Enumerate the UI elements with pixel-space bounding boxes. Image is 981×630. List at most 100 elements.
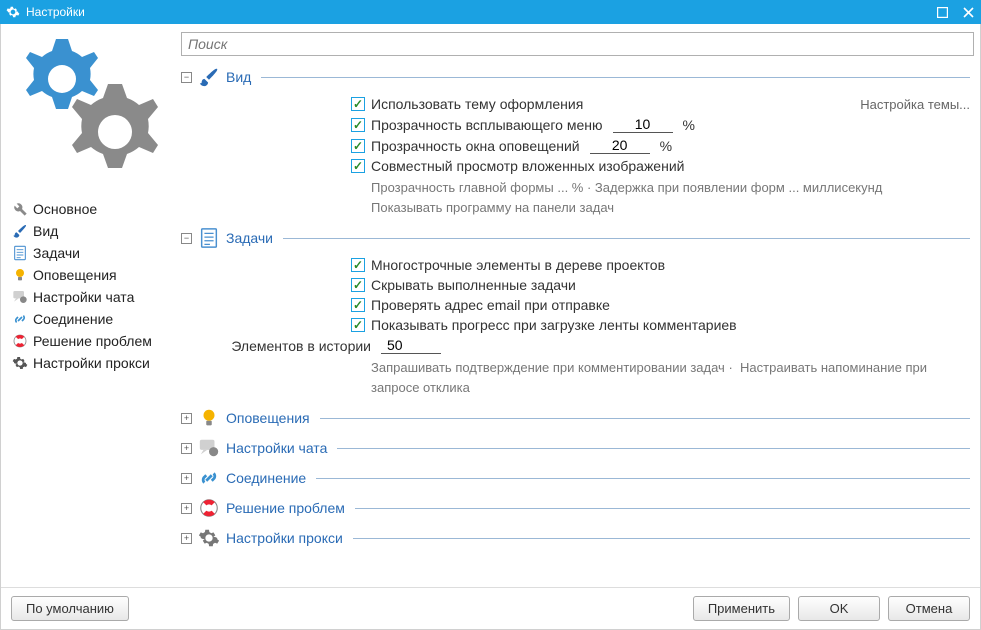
divider [283,238,970,239]
document-icon [198,227,220,249]
maximize-button[interactable] [935,5,949,19]
label-use-theme: Использовать тему оформления [371,96,583,112]
divider [261,77,970,78]
expand-icon[interactable]: + [181,443,192,454]
sidebar-item-troubleshoot[interactable]: Решение проблем [11,330,173,352]
window-titlebar: Настройки [0,0,981,24]
ok-button[interactable]: OK [798,596,880,621]
sidebar-item-label: Задачи [33,245,80,261]
bulb-icon [11,266,29,284]
section-header-notifications[interactable]: + Оповещения [181,407,970,429]
brush-icon [198,66,220,88]
divider [353,538,970,539]
sidebar-item-proxy[interactable]: Настройки прокси [11,352,173,374]
label-hide-done: Скрывать выполненные задачи [371,277,576,293]
section-header-chat[interactable]: + Настройки чата [181,437,970,459]
section-troubleshoot: + Решение проблем [181,497,970,519]
divider [355,508,970,509]
settings-scrollpane[interactable]: − Вид Использовать тему оформления [181,62,974,587]
brush-icon [11,222,29,240]
section-tasks: − Задачи Многострочные элементы в дереве… [181,227,970,401]
label-shared-view: Совместный просмотр вложенных изображени… [371,158,684,174]
bottom-bar: По умолчанию Применить OK Отмена [1,587,980,629]
checkbox-use-theme[interactable] [351,97,365,111]
section-title: Соединение [226,470,306,486]
sidebar-item-label: Оповещения [33,267,117,283]
collapse-icon[interactable]: − [181,72,192,83]
link-icon [11,310,29,328]
expand-icon[interactable]: + [181,413,192,424]
expand-icon[interactable]: + [181,533,192,544]
cancel-button[interactable]: Отмена [888,596,970,621]
section-proxy: + Настройки прокси [181,527,970,549]
link-icon [198,467,220,489]
section-header-proxy[interactable]: + Настройки прокси [181,527,970,549]
section-notifications: + Оповещения [181,407,970,429]
sidebar-item-tasks[interactable]: Задачи [11,242,173,264]
wrench-icon [11,200,29,218]
checkbox-hide-done[interactable] [351,278,365,292]
view-note: Прозрачность главной формы ... % · Задер… [371,178,970,217]
section-header-view[interactable]: − Вид [181,66,970,88]
section-header-troubleshoot[interactable]: + Решение проблем [181,497,970,519]
sidebar-item-label: Настройки прокси [33,355,150,371]
sidebar-item-chat[interactable]: Настройки чата [11,286,173,308]
collapse-icon[interactable]: − [181,233,192,244]
sidebar-item-view[interactable]: Вид [11,220,173,242]
section-title: Настройки чата [226,440,327,456]
section-view: − Вид Использовать тему оформления [181,66,970,221]
section-connection: + Соединение [181,467,970,489]
close-button[interactable] [961,5,975,19]
section-title: Решение проблем [226,500,345,516]
section-title: Оповещения [226,410,310,426]
checkbox-notify-transparency[interactable] [351,139,365,153]
bulb-icon [198,407,220,429]
label-notify-transparency: Прозрачность окна оповещений [371,138,580,154]
section-title: Вид [226,69,251,85]
section-title: Задачи [226,230,273,246]
label-percent: % [683,117,695,133]
label-multiline: Многострочные элементы в дереве проектов [371,257,665,273]
section-header-tasks[interactable]: − Задачи [181,227,970,249]
window-title: Настройки [26,5,935,19]
label-check-email: Проверять адрес email при отправке [371,297,610,313]
checkbox-popup-transparency[interactable] [351,118,365,132]
sidebar-item-connection[interactable]: Соединение [11,308,173,330]
checkbox-shared-view[interactable] [351,159,365,173]
sidebar-item-label: Соединение [33,311,113,327]
gears-illustration [17,34,167,184]
expand-icon[interactable]: + [181,503,192,514]
expand-icon[interactable]: + [181,473,192,484]
divider [337,448,970,449]
tasks-note: Запрашивать подтверждение при комментиро… [371,358,970,397]
gear-icon [198,527,220,549]
chat-settings-icon [198,437,220,459]
chat-settings-icon [11,288,29,306]
divider [320,418,970,419]
input-popup-transparency[interactable] [613,116,673,133]
sidebar-item-general[interactable]: Основное [11,198,173,220]
section-chat: + Настройки чата [181,437,970,459]
input-history[interactable] [381,337,441,354]
document-icon [11,244,29,262]
checkbox-multiline[interactable] [351,258,365,272]
theme-settings-link[interactable]: Настройка темы... [860,97,970,112]
sidebar-item-label: Настройки чата [33,289,134,305]
sidebar: Основное Вид Задачи [1,24,181,587]
checkbox-check-email[interactable] [351,298,365,312]
lifebuoy-icon [198,497,220,519]
label-percent: % [660,138,672,154]
gear-icon [11,354,29,372]
divider [316,478,970,479]
label-history: Элементов в истории [221,338,371,354]
section-header-connection[interactable]: + Соединение [181,467,970,489]
search-input[interactable] [181,32,974,56]
input-notify-transparency[interactable] [590,137,650,154]
checkbox-show-progress[interactable] [351,318,365,332]
apply-button[interactable]: Применить [693,596,790,621]
sidebar-item-notifications[interactable]: Оповещения [11,264,173,286]
settings-icon [6,5,20,19]
label-show-progress: Показывать прогресс при загрузке ленты к… [371,317,737,333]
sidebar-nav: Основное Вид Задачи [11,198,173,374]
defaults-button[interactable]: По умолчанию [11,596,129,621]
